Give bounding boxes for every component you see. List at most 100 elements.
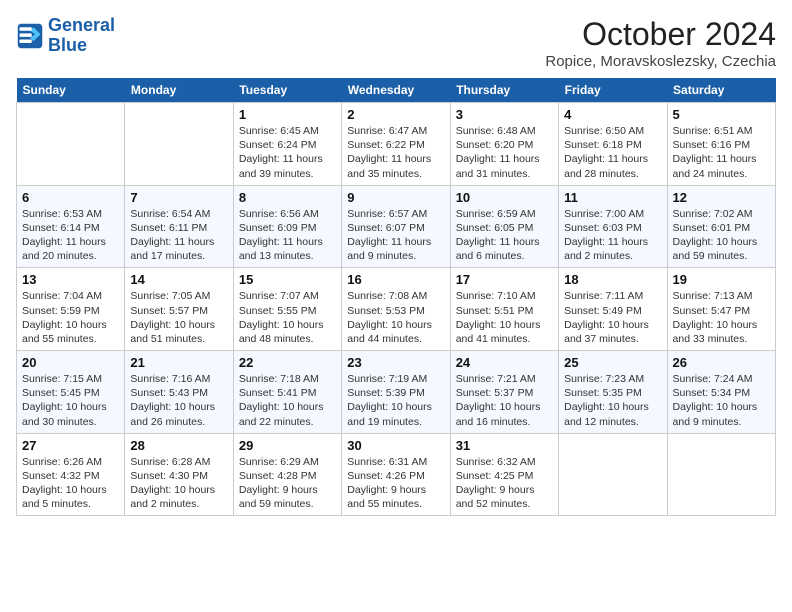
day-info: Sunrise: 7:10 AMSunset: 5:51 PMDaylight:… [456,289,553,346]
day-info: Sunrise: 7:15 AMSunset: 5:45 PMDaylight:… [22,372,119,429]
day-number: 6 [22,190,119,205]
day-info: Sunrise: 7:04 AMSunset: 5:59 PMDaylight:… [22,289,119,346]
calendar-day-cell: 21Sunrise: 7:16 AMSunset: 5:43 PMDayligh… [125,351,233,434]
day-info: Sunrise: 6:59 AMSunset: 6:05 PMDaylight:… [456,207,553,264]
day-info: Sunrise: 6:26 AMSunset: 4:32 PMDaylight:… [22,455,119,512]
day-info: Sunrise: 6:56 AMSunset: 6:09 PMDaylight:… [239,207,336,264]
weekday-header-row: SundayMondayTuesdayWednesdayThursdayFrid… [17,78,776,103]
calendar-week-row: 27 Sunrise: 6:26 AMSunset: 4:32 PMDayligh… [17,433,776,516]
day-info: Sunrise: 6:57 AMSunset: 6:07 PMDaylight:… [347,207,444,264]
month-title: October 2024 [545,16,776,53]
calendar-day-cell: 3 Sunrise: 6:48 AMSunset: 6:20 PMDaylight… [450,103,558,186]
day-number: 21 [130,355,227,370]
calendar-day-cell: 16Sunrise: 7:08 AMSunset: 5:53 PMDayligh… [342,268,450,351]
day-info: Sunrise: 7:13 AMSunset: 5:47 PMDaylight:… [673,289,770,346]
day-info: Sunrise: 7:07 AMSunset: 5:55 PMDaylight:… [239,289,336,346]
weekday-header: Wednesday [342,78,450,103]
calendar-day-cell [559,433,667,516]
day-info: Sunrise: 6:54 AMSunset: 6:11 PMDaylight:… [130,207,227,264]
day-number: 5 [673,107,770,122]
day-info: Sunrise: 6:32 AMSunset: 4:25 PMDaylight:… [456,455,553,512]
calendar-day-cell: 14 Sunrise: 7:05 AMSunset: 5:57 PMDayligh… [125,268,233,351]
day-info: Sunrise: 6:45 AMSunset: 6:24 PMDaylight:… [239,124,336,181]
calendar-day-cell: 8 Sunrise: 6:56 AMSunset: 6:09 PMDaylight… [233,185,341,268]
calendar-day-cell: 22Sunrise: 7:18 AMSunset: 5:41 PMDayligh… [233,351,341,434]
calendar-day-cell: 30 Sunrise: 6:31 AMSunset: 4:26 PMDayligh… [342,433,450,516]
calendar-week-row: 20 Sunrise: 7:15 AMSunset: 5:45 PMDayligh… [17,351,776,434]
day-number: 2 [347,107,444,122]
day-info: Sunrise: 7:21 AMSunset: 5:37 PMDaylight:… [456,372,553,429]
calendar-day-cell: 31 Sunrise: 6:32 AMSunset: 4:25 PMDayligh… [450,433,558,516]
title-block: October 2024 Ropice, Moravskoslezsky, Cz… [545,16,776,70]
day-number: 7 [130,190,227,205]
calendar-day-cell: 27 Sunrise: 6:26 AMSunset: 4:32 PMDayligh… [17,433,125,516]
calendar-day-cell: 25 Sunrise: 7:23 AMSunset: 5:35 PMDayligh… [559,351,667,434]
weekday-header: Monday [125,78,233,103]
day-number: 18 [564,272,661,287]
day-number: 3 [456,107,553,122]
day-number: 19 [673,272,770,287]
day-info: Sunrise: 7:00 AMSunset: 6:03 PMDaylight:… [564,207,661,264]
calendar-day-cell: 26 Sunrise: 7:24 AMSunset: 5:34 PMDayligh… [667,351,775,434]
day-number: 10 [456,190,553,205]
day-number: 9 [347,190,444,205]
day-number: 14 [130,272,227,287]
calendar-day-cell: 18Sunrise: 7:11 AMSunset: 5:49 PMDayligh… [559,268,667,351]
day-number: 16 [347,272,444,287]
day-info: Sunrise: 6:51 AMSunset: 6:16 PMDaylight:… [673,124,770,181]
calendar-day-cell: 13 Sunrise: 7:04 AMSunset: 5:59 PMDayligh… [17,268,125,351]
day-number: 12 [673,190,770,205]
logo-line2: Blue [48,35,87,55]
day-number: 31 [456,438,553,453]
day-number: 1 [239,107,336,122]
calendar-day-cell: 11Sunrise: 7:00 AMSunset: 6:03 PMDayligh… [559,185,667,268]
day-number: 26 [673,355,770,370]
calendar-day-cell: 29 Sunrise: 6:29 AMSunset: 4:28 PMDayligh… [233,433,341,516]
day-info: Sunrise: 7:02 AMSunset: 6:01 PMDaylight:… [673,207,770,264]
calendar-day-cell: 24 Sunrise: 7:21 AMSunset: 5:37 PMDayligh… [450,351,558,434]
calendar-day-cell: 4Sunrise: 6:50 AMSunset: 6:18 PMDaylight… [559,103,667,186]
day-info: Sunrise: 6:28 AMSunset: 4:30 PMDaylight:… [130,455,227,512]
calendar-day-cell [125,103,233,186]
calendar-day-cell: 12 Sunrise: 7:02 AMSunset: 6:01 PMDayligh… [667,185,775,268]
day-number: 29 [239,438,336,453]
day-number: 24 [456,355,553,370]
weekday-header: Saturday [667,78,775,103]
calendar-week-row: 1 Sunrise: 6:45 AMSunset: 6:24 PMDaylight… [17,103,776,186]
weekday-header: Tuesday [233,78,341,103]
day-number: 27 [22,438,119,453]
day-number: 20 [22,355,119,370]
day-info: Sunrise: 6:48 AMSunset: 6:20 PMDaylight:… [456,124,553,181]
day-number: 30 [347,438,444,453]
day-number: 22 [239,355,336,370]
day-number: 23 [347,355,444,370]
day-info: Sunrise: 7:24 AMSunset: 5:34 PMDaylight:… [673,372,770,429]
day-number: 8 [239,190,336,205]
calendar-week-row: 13 Sunrise: 7:04 AMSunset: 5:59 PMDayligh… [17,268,776,351]
location-title: Ropice, Moravskoslezsky, Czechia [545,53,776,70]
day-info: Sunrise: 6:53 AMSunset: 6:14 PMDaylight:… [22,207,119,264]
calendar-day-cell: 1 Sunrise: 6:45 AMSunset: 6:24 PMDaylight… [233,103,341,186]
day-number: 13 [22,272,119,287]
day-number: 28 [130,438,227,453]
calendar-day-cell: 17Sunrise: 7:10 AMSunset: 5:51 PMDayligh… [450,268,558,351]
page-header: General Blue October 2024 Ropice, Moravs… [16,16,776,70]
weekday-header: Friday [559,78,667,103]
logo-icon [16,22,44,50]
day-info: Sunrise: 7:05 AMSunset: 5:57 PMDaylight:… [130,289,227,346]
logo-line1: General [48,15,115,35]
day-info: Sunrise: 6:29 AMSunset: 4:28 PMDaylight:… [239,455,336,512]
weekday-header: Thursday [450,78,558,103]
calendar-day-cell [667,433,775,516]
day-info: Sunrise: 7:23 AMSunset: 5:35 PMDaylight:… [564,372,661,429]
calendar-day-cell: 19 Sunrise: 7:13 AMSunset: 5:47 PMDayligh… [667,268,775,351]
calendar-week-row: 6 Sunrise: 6:53 AMSunset: 6:14 PMDaylight… [17,185,776,268]
logo-text: General Blue [48,16,115,56]
day-info: Sunrise: 6:47 AMSunset: 6:22 PMDaylight:… [347,124,444,181]
calendar-day-cell: 6 Sunrise: 6:53 AMSunset: 6:14 PMDaylight… [17,185,125,268]
calendar-day-cell [17,103,125,186]
calendar-day-cell: 2 Sunrise: 6:47 AMSunset: 6:22 PMDaylight… [342,103,450,186]
day-number: 25 [564,355,661,370]
calendar-day-cell: 7 Sunrise: 6:54 AMSunset: 6:11 PMDaylight… [125,185,233,268]
day-info: Sunrise: 6:31 AMSunset: 4:26 PMDaylight:… [347,455,444,512]
